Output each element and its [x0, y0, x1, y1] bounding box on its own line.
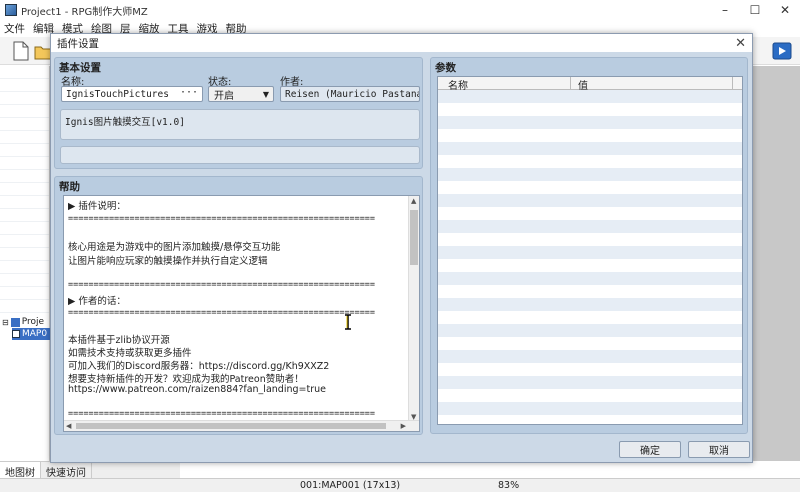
scroll-up-icon[interactable]: ▲	[411, 197, 416, 205]
status-select[interactable]: 开启 ▼	[208, 86, 274, 102]
close-icon[interactable]: ✕	[770, 0, 800, 20]
project-icon	[10, 317, 20, 327]
new-project-icon[interactable]	[12, 41, 30, 61]
horizontal-scroll-thumb[interactable]	[76, 423, 386, 429]
status-map: 001:MAP001 (17x13)	[300, 480, 401, 491]
minimize-icon[interactable]: –	[710, 0, 740, 20]
map-icon	[12, 330, 20, 338]
plugin-settings-dialog: 插件设置 ✕ 基本设置 名称: 状态: 作者: IgnisTouchPictur…	[50, 33, 753, 463]
vertical-scroll-thumb[interactable]	[410, 210, 418, 265]
chevron-down-icon: ▼	[262, 89, 269, 99]
empty-info-box	[60, 146, 420, 164]
column-divider[interactable]	[732, 77, 733, 90]
ok-button[interactable]: 确定	[619, 441, 681, 458]
group-title: 参数	[435, 62, 456, 74]
description-box: Ignis图片触摸交互[v1.0]	[60, 109, 420, 140]
help-line: ========================================…	[68, 280, 376, 290]
column-header-name[interactable]: 名称	[448, 77, 468, 92]
plugin-name-value: IgnisTouchPictures	[66, 88, 169, 100]
text-cursor-icon	[344, 314, 352, 330]
help-line: ▶ 插件说明：	[68, 201, 126, 212]
column-header-value[interactable]: 值	[578, 77, 588, 92]
column-divider[interactable]	[570, 77, 571, 90]
help-line: 核心用途是为游戏中的图片添加触摸/悬停交互功能	[68, 242, 281, 253]
scroll-right-icon[interactable]: ▶	[401, 422, 406, 430]
group-title: 帮助	[59, 181, 80, 193]
maximize-icon[interactable]: ☐	[740, 0, 770, 20]
window-titlebar: Project1 - RPG制作大师MZ	[0, 0, 800, 20]
tab-quick-access[interactable]: 快速访问	[41, 462, 92, 479]
cancel-button[interactable]: 取消	[688, 441, 750, 458]
parameters-table[interactable]: 名称 值	[437, 76, 743, 425]
help-group: 帮助 ▶ 插件说明： =============================…	[54, 176, 423, 435]
basic-settings-group: 基本设置 名称: 状态: 作者: IgnisTouchPictures ··· …	[54, 57, 423, 169]
browse-button[interactable]: ···	[180, 87, 198, 98]
close-icon[interactable]: ✕	[735, 34, 746, 52]
plugin-name-field[interactable]: IgnisTouchPictures ···	[61, 86, 203, 102]
status-zoom: 83%	[498, 480, 520, 491]
help-line: 让图片能响应玩家的触摸操作并执行自定义逻辑	[68, 256, 268, 267]
window-title: Project1 - RPG制作大师MZ	[21, 6, 148, 18]
plugin-description: Ignis图片触摸交互[v1.0]	[65, 117, 185, 128]
map-canvas	[752, 66, 800, 461]
author-value: Reisen (Mauricio Pastana)	[285, 88, 420, 100]
help-line: ▶ 作者的话：	[68, 296, 126, 307]
dialog-titlebar: 插件设置	[51, 34, 752, 52]
app-icon	[5, 4, 17, 16]
status-value: 开启	[214, 90, 234, 102]
scroll-left-icon[interactable]: ◀	[66, 422, 71, 430]
dialog-title: 插件设置	[57, 37, 99, 50]
tab-map-tree[interactable]: 地图树	[0, 462, 41, 479]
playtest-icon[interactable]	[772, 41, 792, 61]
author-field: Reisen (Mauricio Pastana)	[280, 86, 420, 102]
help-line: ========================================…	[68, 308, 376, 318]
help-line: ========================================…	[68, 214, 376, 224]
help-line: 想要支持新插件的开发？欢迎成为我的Patreon赞助者！	[68, 374, 304, 385]
tree-project-node[interactable]: ⊟ Proje	[2, 316, 50, 328]
left-tab-bar: 地图树 快速访问	[0, 461, 180, 479]
help-line: https://www.patreon.com/raizen884?fan_la…	[68, 384, 326, 395]
map-tree: ⊟ Proje MAP0	[0, 314, 50, 464]
help-line: 本插件基于zlib协议开源	[68, 335, 170, 346]
horizontal-scrollbar[interactable]: ◀ ▶	[64, 420, 419, 431]
tree-map-node[interactable]: MAP0	[12, 328, 50, 340]
help-line: ========================================…	[68, 409, 376, 419]
vertical-scrollbar[interactable]: ▲ ▼	[408, 196, 419, 422]
menu-file[interactable]: 文件	[4, 21, 25, 36]
table-header: 名称 值	[438, 77, 742, 92]
parameters-group: 参数 名称 值	[430, 57, 748, 434]
help-line: 如需技术支持或获取更多插件	[68, 348, 192, 359]
help-line: 可加入我们的Discord服务器：https://discord.gg/Kh9X…	[68, 361, 330, 372]
help-text-area[interactable]: ▶ 插件说明： ================================…	[63, 195, 420, 432]
status-bar: 001:MAP001 (17x13) 83%	[0, 478, 800, 492]
